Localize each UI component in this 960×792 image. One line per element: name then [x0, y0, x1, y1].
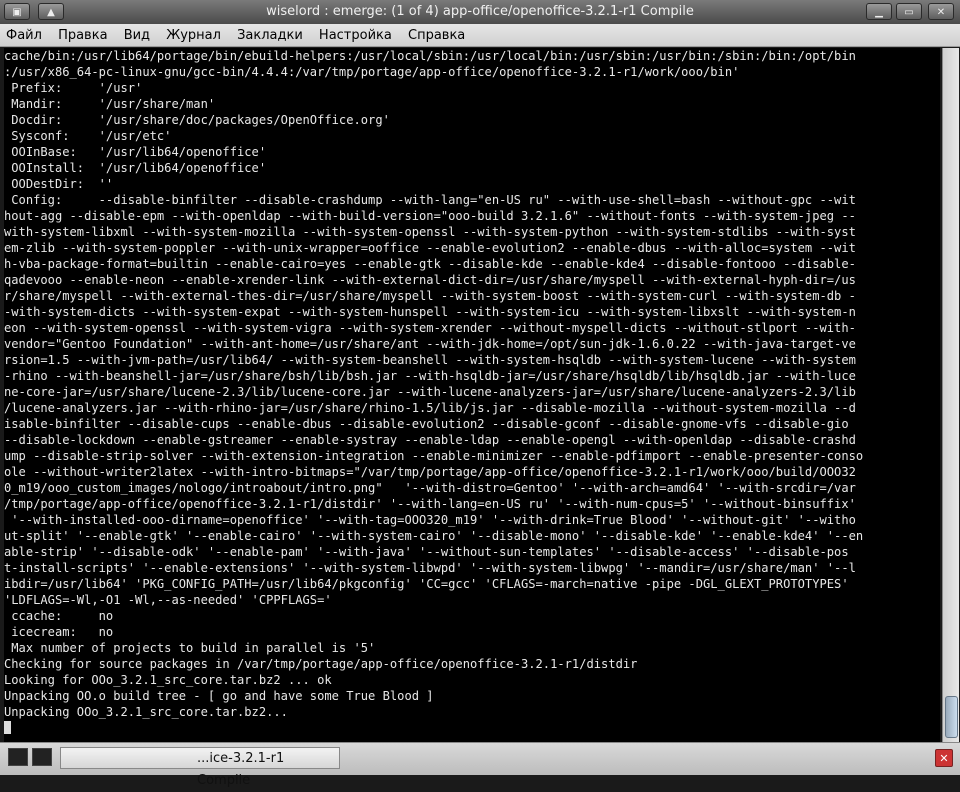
vertical-scrollbar[interactable] [942, 48, 959, 742]
terminal-line: 0_m19/ooo_custom_images/nologo/introabou… [4, 481, 856, 495]
terminal-line: t-install-scripts' '--enable-extensions'… [4, 561, 856, 575]
terminal-line: isable-binfilter --disable-cups --enable… [4, 417, 856, 431]
close-button[interactable]: ✕ [928, 3, 954, 20]
terminal-line: ut-split' '--enable-gtk' '--enable-cairo… [4, 529, 864, 543]
terminal-icon[interactable] [32, 748, 52, 766]
terminal-line: r/share/myspell --with-external-thes-dir… [4, 289, 856, 303]
menu-settings[interactable]: Настройка [313, 24, 398, 43]
terminal-line: Max number of projects to build in paral… [4, 641, 376, 655]
terminal-line: icecream: no [4, 625, 114, 639]
task-icon-left[interactable] [8, 748, 28, 766]
terminal-line: /tmp/portage/app-office/openoffice-3.2.1… [4, 497, 856, 511]
terminal-line: -rhino --with-beanshell-jar=/usr/share/b… [4, 369, 856, 383]
terminal-line: -with-system-dicts --with-system-expat -… [4, 305, 856, 319]
terminal-line: ibdir=/usr/lib64' 'PKG_CONFIG_PATH=/usr/… [4, 577, 849, 591]
terminal-line: cache/bin:/usr/lib64/portage/bin/ebuild-… [4, 49, 856, 63]
menu-bar: Файл Правка Вид Журнал Закладки Настройк… [0, 24, 960, 47]
terminal-line: Mandir: '/usr/share/man' [4, 97, 216, 111]
terminal-line: OOInBase: '/usr/lib64/openoffice' [4, 145, 267, 159]
terminal-line: --disable-lockdown --enable-gstreamer --… [4, 433, 856, 447]
menu-view[interactable]: Вид [118, 24, 156, 43]
terminal-line: ump --disable-strip-solver --with-extens… [4, 449, 864, 463]
terminal-line: Config: --disable-binfilter --disable-cr… [4, 193, 856, 207]
terminal-line: OOInstall: '/usr/lib64/openoffice' [4, 161, 267, 175]
terminal-line: ne-core-jar=/usr/share/lucene-2.3/lib/lu… [4, 385, 856, 399]
terminal-line: ole --without-writer2latex --with-intro-… [4, 465, 856, 479]
maximize-button[interactable]: ▭ [896, 3, 922, 20]
taskbar: ...ice-3.2.1-r1 Compile ✕ [0, 742, 960, 788]
menu-edit[interactable]: Правка [52, 24, 113, 43]
terminal-output[interactable]: cache/bin:/usr/lib64/portage/bin/ebuild-… [4, 48, 940, 742]
terminal-line: Sysconf: '/usr/etc' [4, 129, 172, 143]
terminal-line: eon --with-system-openssl --with-system-… [4, 321, 856, 335]
terminal-line: Unpacking OOo_3.2.1_src_core.tar.bz2... [4, 705, 288, 719]
terminal-line: with-system-libxml --with-system-mozilla… [4, 225, 856, 239]
terminal-line: rsion=1.5 --with-jvm-path=/usr/lib64/ --… [4, 353, 856, 367]
terminal-line: able-strip' '--disable-odk' '--enable-pa… [4, 545, 849, 559]
terminal-line: '--with-installed-ooo-dirname=openoffice… [4, 513, 856, 527]
terminal-line: Looking for OOo_3.2.1_src_core.tar.bz2 .… [4, 673, 332, 687]
terminal-line: Checking for source packages in /var/tmp… [4, 657, 638, 671]
menu-history[interactable]: Журнал [160, 24, 227, 43]
terminal-line: ccache: no [4, 609, 114, 623]
terminal-line: Docdir: '/usr/share/doc/packages/OpenOff… [4, 113, 390, 127]
scrollbar-thumb[interactable] [945, 696, 958, 738]
terminal-line: Prefix: '/usr' [4, 81, 143, 95]
terminal-line: OODestDir: '' [4, 177, 114, 191]
terminal-line: em-zlib --with-system-poppler --with-uni… [4, 241, 856, 255]
window-titlebar[interactable]: ▣ ▲ wiselord : emerge: (1 of 4) app-offi… [0, 0, 960, 25]
terminal-line: Unpacking OO.o build tree - [ go and hav… [4, 689, 434, 703]
terminal-cursor [4, 721, 11, 734]
minimize-button[interactable]: ▁ [866, 3, 892, 20]
terminal-prompt-line [4, 720, 940, 736]
menu-bookmarks[interactable]: Закладки [231, 24, 309, 43]
task-item-konsole[interactable]: ...ice-3.2.1-r1 Compile [60, 747, 340, 788]
terminal-line: hout-agg --disable-epm --with-openldap -… [4, 209, 856, 223]
terminal-line: vendor="Gentoo Foundation" --with-ant-ho… [4, 337, 856, 351]
close-task-icon[interactable]: ✕ [935, 749, 953, 767]
menu-help[interactable]: Справка [402, 24, 471, 43]
terminal-line: 'LDFLAGS=-Wl,-O1 -Wl,--as-needed' 'CPPFL… [4, 593, 332, 607]
menu-file[interactable]: Файл [0, 24, 48, 43]
terminal-line: qadevooo --enable-neon --enable-xrender-… [4, 273, 856, 287]
terminal-line: /lucene-analyzers.jar --with-rhino-jar=/… [4, 401, 856, 415]
terminal-line: :/usr/x86_64-pc-linux-gnu/gcc-bin/4.4.4:… [4, 65, 740, 79]
terminal-line: h-vba-package-format=builtin --enable-ca… [4, 257, 856, 271]
window-title: wiselord : emerge: (1 of 4) app-office/o… [266, 4, 694, 19]
